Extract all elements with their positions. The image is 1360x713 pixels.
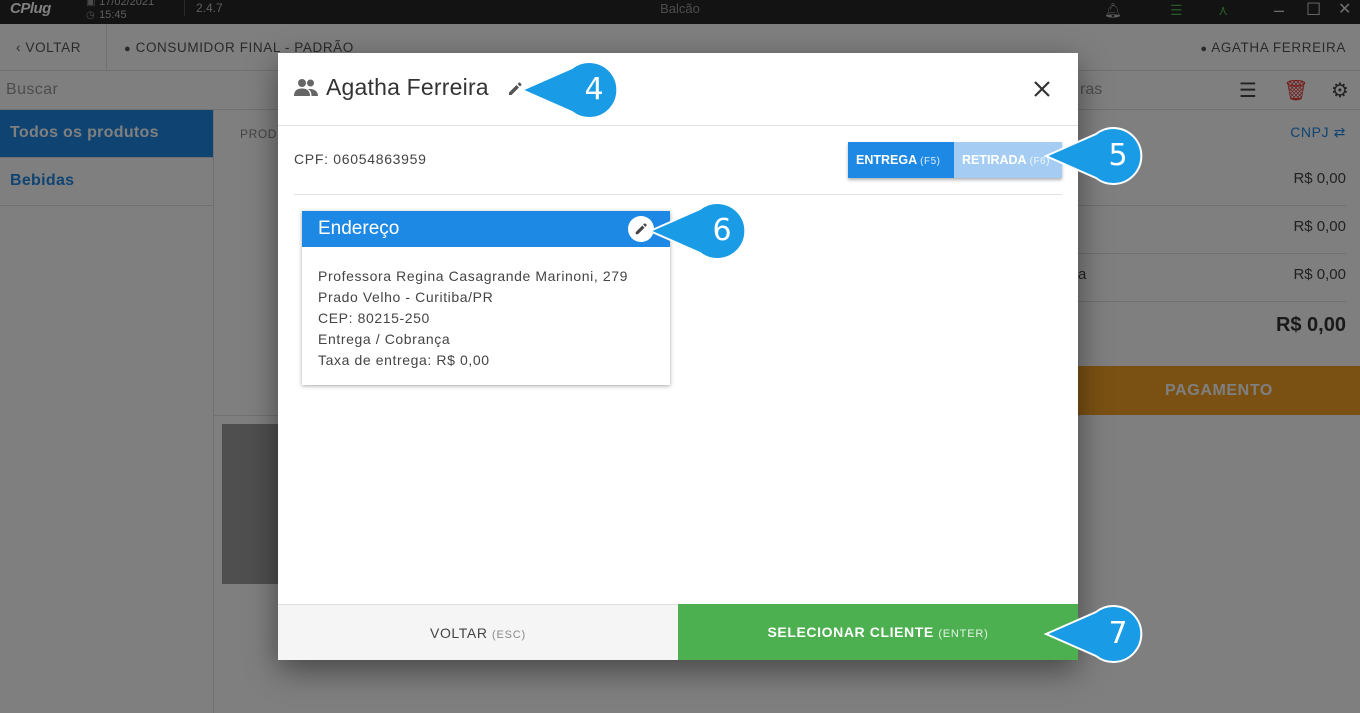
delivery-button[interactable]: ENTREGA (F5) bbox=[848, 142, 954, 178]
dialog-back-label: VOLTAR bbox=[430, 625, 488, 641]
callout-number: 7 bbox=[1108, 616, 1128, 651]
address-card-body: Professora Regina Casagrande Marinoni, 2… bbox=[302, 247, 670, 390]
dialog-back-shortcut: (ESC) bbox=[492, 629, 526, 641]
select-customer-label: SELECIONAR CLIENTE bbox=[767, 624, 934, 640]
callout-marker: 7 bbox=[1044, 604, 1144, 664]
dialog-header: Agatha Ferreira bbox=[278, 53, 1078, 126]
pickup-label: RETIRADA bbox=[962, 153, 1027, 167]
address-card-title: Endereço bbox=[318, 218, 400, 239]
address-type: Entrega / Cobrança bbox=[318, 331, 451, 347]
callout-number: 6 bbox=[712, 213, 732, 248]
customer-dialog: Agatha Ferreira CPF: 06054863959 ENTREGA… bbox=[278, 53, 1078, 660]
close-icon[interactable] bbox=[1030, 77, 1054, 101]
callout-number: 5 bbox=[1108, 138, 1128, 173]
select-customer-shortcut: (ENTER) bbox=[938, 628, 989, 640]
callout-marker: 6 bbox=[648, 201, 748, 261]
customer-cpf: CPF: 06054863959 bbox=[294, 151, 427, 167]
dialog-back-button[interactable]: VOLTAR (ESC) bbox=[278, 604, 678, 660]
dialog-footer: VOLTAR (ESC) SELECIONAR CLIENTE (ENTER) bbox=[278, 604, 1078, 660]
callout-marker: 5 bbox=[1044, 126, 1144, 186]
delivery-mode-toggle: ENTREGA (F5) RETIRADA (F6) bbox=[848, 142, 1062, 178]
address-street: Professora Regina Casagrande Marinoni, 2… bbox=[318, 268, 629, 284]
address-district-city: Prado Velho - Curitiba/PR bbox=[318, 289, 494, 305]
select-customer-button[interactable]: SELECIONAR CLIENTE (ENTER) bbox=[678, 604, 1078, 660]
content-divider bbox=[294, 194, 1062, 195]
dialog-title: Agatha Ferreira bbox=[326, 74, 489, 100]
address-card: Endereço Professora Regina Casagrande Ma… bbox=[302, 211, 670, 385]
callout-marker: 4 bbox=[520, 60, 620, 120]
callout-number: 4 bbox=[584, 72, 604, 107]
delivery-fee: Taxa de entrega: R$ 0,00 bbox=[318, 352, 490, 368]
address-zip: CEP: 80215-250 bbox=[318, 310, 430, 326]
delivery-shortcut: (F5) bbox=[920, 156, 941, 167]
delivery-label: ENTREGA bbox=[856, 153, 917, 167]
address-card-header: Endereço bbox=[302, 211, 670, 247]
people-icon bbox=[294, 79, 318, 96]
edit-pencil-icon bbox=[635, 223, 647, 235]
